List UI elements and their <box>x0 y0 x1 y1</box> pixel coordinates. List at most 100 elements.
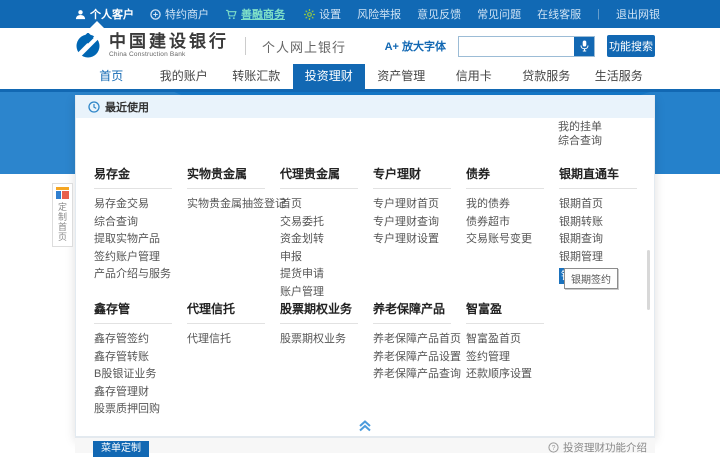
merchant-icon <box>150 9 161 20</box>
menu-link[interactable]: 提取实物产品 <box>94 231 187 249</box>
topbar-feedback[interactable]: 意见反馈 <box>417 6 461 22</box>
customize-home-label-1: 定制 <box>55 202 70 222</box>
cart-icon <box>225 9 237 20</box>
menu-link[interactable]: 签约管理 <box>466 349 559 367</box>
topbar: 个人客户 特约商户 善融商务 设置 风险举报 意见反馈 常见问题 在线客服 | … <box>0 0 720 28</box>
customize-home-label-2: 首页 <box>55 222 70 242</box>
topbar-shanrong[interactable]: 善融商务 <box>225 6 285 22</box>
menu-link[interactable]: 首页 <box>280 196 373 214</box>
menu-column-title: 实物贵金属 <box>187 165 265 189</box>
customize-home-icon <box>56 187 69 199</box>
user-icon <box>75 9 86 20</box>
menu-column-yicunjin: 易存金 易存金交易 综合查询 提取实物产品 签约账户管理 产品介绍与服务 <box>94 165 187 301</box>
topbar-merchant[interactable]: 特约商户 <box>150 6 209 22</box>
menu-footer: 菜单定制 ? 投资理财功能介绍 <box>75 437 655 453</box>
tab-investment[interactable]: 投资理财 <box>293 64 366 89</box>
collapse-menu-button[interactable] <box>76 419 654 437</box>
tab-my-accounts[interactable]: 我的账户 <box>148 64 221 89</box>
menu-column-title: 股票期权业务 <box>280 300 358 324</box>
menu-link[interactable]: B股银证业务 <box>94 366 187 384</box>
menu-customize-button[interactable]: 菜单定制 <box>93 441 149 457</box>
menu-link[interactable]: 代理信托 <box>187 331 280 349</box>
voice-search-button[interactable] <box>574 37 594 56</box>
menu-link[interactable]: 银期管理 <box>559 249 652 267</box>
menu-link[interactable]: 实物贵金属抽签登记 <box>187 196 280 214</box>
brand: 中国建设银行 China Construction Bank 个人网上银行 <box>75 28 346 64</box>
cursor-tooltip: 银期签约 <box>564 268 618 289</box>
menu-link[interactable]: 综合查询 <box>94 214 187 232</box>
menu-link[interactable]: 专户理财首页 <box>373 196 466 214</box>
menu-link[interactable]: 账户管理 <box>280 284 373 302</box>
menu-link[interactable]: 还款顺序设置 <box>466 366 559 384</box>
menu-link[interactable]: 银期首页 <box>559 196 652 214</box>
search-box <box>458 36 595 57</box>
topbar-personal-customer[interactable]: 个人客户 <box>75 6 134 22</box>
menu-link[interactable]: 养老保障产品设置 <box>373 349 466 367</box>
topbar-risk-report[interactable]: 风险举报 <box>357 6 401 22</box>
menu-link[interactable]: 银期转账 <box>559 214 652 232</box>
menu-link[interactable]: 鑫存管签约 <box>94 331 187 349</box>
menu-scrollbar-thumb[interactable] <box>647 250 650 310</box>
recent-used-band: 最近使用 <box>76 95 654 118</box>
menu-link[interactable]: 我的债券 <box>466 196 559 214</box>
portal-title: 个人网上银行 <box>262 37 346 56</box>
tab-life-services[interactable]: 生活服务 <box>583 64 656 89</box>
menu-link[interactable]: 鑫存管转账 <box>94 349 187 367</box>
menu-column-xincunguan: 鑫存管 鑫存管签约 鑫存管转账 B股银证业务 鑫存管理财 股票质押回购 <box>94 300 187 419</box>
clock-icon <box>88 101 100 113</box>
topbar-shanrong-label: 善融商务 <box>241 6 285 22</box>
menu-link-comprehensive-query[interactable]: 综合查询 <box>558 134 602 148</box>
menu-link[interactable]: 交易委托 <box>280 214 373 232</box>
menu-column-title: 易存金 <box>94 165 172 189</box>
topbar-personal-label: 个人客户 <box>90 6 134 22</box>
menu-column-physical-metal: 实物贵金属 实物贵金属抽签登记 <box>187 165 280 301</box>
tab-asset-management[interactable]: 资产管理 <box>365 64 438 89</box>
menu-column-title: 养老保障产品 <box>373 300 451 324</box>
menu-link[interactable]: 银期查询 <box>559 231 652 249</box>
main-nav: 首页 我的账户 转账汇款 投资理财 资产管理 信用卡 贷款服务 生活服务 <box>0 64 720 92</box>
menu-column-title: 银期直通车 <box>559 165 637 189</box>
investment-mega-menu: 最近使用 我的挂单 综合查询 易存金 易存金交易 综合查询 提取实物产品 签约账… <box>75 95 655 437</box>
menu-link[interactable]: 专户理财设置 <box>373 231 466 249</box>
menu-link[interactable]: 交易账号变更 <box>466 231 559 249</box>
menu-link[interactable]: 养老保障产品查询 <box>373 366 466 384</box>
topbar-logout[interactable]: 退出网银 <box>616 6 660 22</box>
search-input[interactable] <box>459 37 574 56</box>
function-search-button[interactable]: 功能搜索 <box>607 35 655 57</box>
menu-link[interactable]: 易存金交易 <box>94 196 187 214</box>
menu-column-title: 专户理财 <box>373 165 451 189</box>
menu-link[interactable]: 申报 <box>280 249 373 267</box>
topbar-faq[interactable]: 常见问题 <box>477 6 521 22</box>
menu-link[interactable]: 债券超市 <box>466 214 559 232</box>
bank-name-en: China Construction Bank <box>109 52 229 59</box>
menu-link[interactable]: 资金划转 <box>280 231 373 249</box>
tab-home[interactable]: 首页 <box>75 64 148 89</box>
menu-column-title: 代理信托 <box>187 300 265 324</box>
menu-link[interactable]: 产品介绍与服务 <box>94 266 187 284</box>
menu-column-title: 债券 <box>466 165 544 189</box>
collapse-chevron-icon <box>358 419 372 432</box>
menu-link[interactable]: 签约账户管理 <box>94 249 187 267</box>
topbar-divider: | <box>597 8 600 20</box>
menu-link[interactable]: 养老保障产品首页 <box>373 331 466 349</box>
tab-credit-card[interactable]: 信用卡 <box>438 64 511 89</box>
menu-link-my-pending-orders[interactable]: 我的挂单 <box>558 120 602 134</box>
menu-column-title: 代理贵金属 <box>280 165 358 189</box>
menu-column-title: 智富盈 <box>466 300 544 324</box>
topbar-merchant-label: 特约商户 <box>165 6 209 22</box>
brand-divider <box>245 37 246 55</box>
tab-transfer[interactable]: 转账汇款 <box>220 64 293 89</box>
menu-link[interactable]: 专户理财查询 <box>373 214 466 232</box>
menu-link[interactable]: 提货申请 <box>280 266 373 284</box>
menu-link[interactable]: 智富盈首页 <box>466 331 559 349</box>
topbar-online-service[interactable]: 在线客服 <box>537 6 581 22</box>
customize-home-widget[interactable]: 定制 首页 <box>52 183 73 247</box>
menu-column-pension-products: 养老保障产品 养老保障产品首页 养老保障产品设置 养老保障产品查询 <box>373 300 466 419</box>
ccb-logo <box>75 33 101 59</box>
font-size-link[interactable]: A+ 放大字体 <box>385 38 446 54</box>
menu-link[interactable]: 股票期权业务 <box>280 331 373 349</box>
tab-loan-services[interactable]: 贷款服务 <box>510 64 583 89</box>
menu-link[interactable]: 鑫存管理财 <box>94 384 187 402</box>
menu-link[interactable]: 股票质押回购 <box>94 401 187 419</box>
topbar-settings[interactable]: 设置 <box>304 6 341 22</box>
